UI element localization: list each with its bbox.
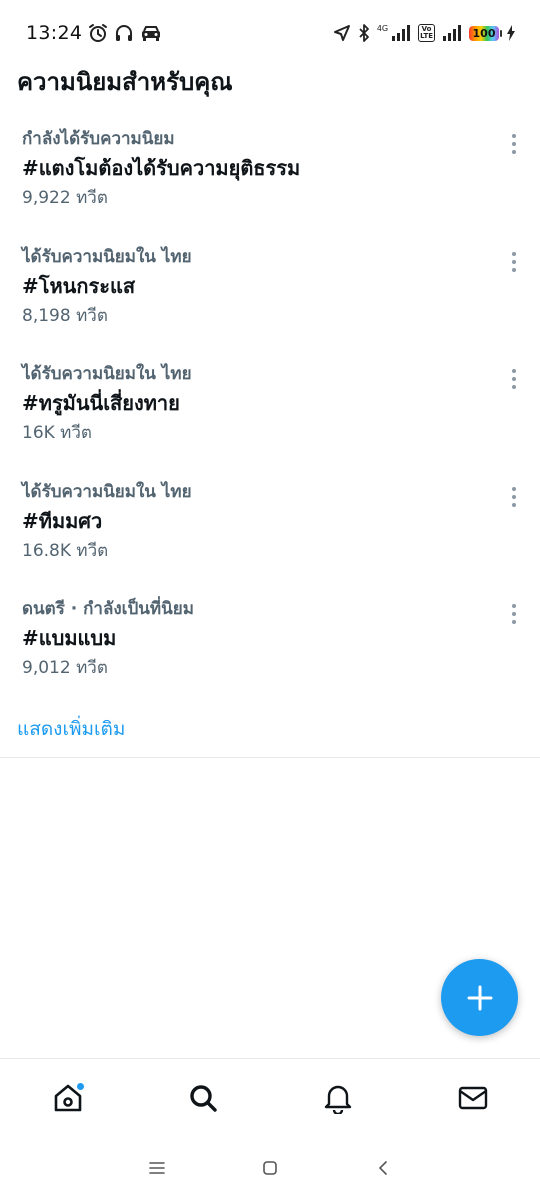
- trend-tweet-count: 16.8K ทวีต: [22, 540, 109, 561]
- system-back-button[interactable]: [363, 1148, 403, 1188]
- bottom-nav: [0, 1058, 540, 1136]
- trend-item[interactable]: ได้รับความนิยมใน ไทย #ทีมมศว 16.8K ทวีต: [0, 471, 540, 589]
- trend-hashtag: #ทรูมันนี่เสี่ยงทาย: [22, 391, 180, 415]
- signal-icon: [391, 25, 411, 41]
- mail-icon: [458, 1086, 487, 1109]
- status-bar-left: 13:24: [26, 22, 162, 44]
- trend-context: ได้รับความนิยมใน ไทย: [22, 481, 192, 502]
- menu-icon: [148, 1162, 165, 1174]
- more-vertical-icon[interactable]: [510, 134, 518, 154]
- trend-tweet-count: 9,012 ทวีต: [22, 658, 108, 678]
- home-square-icon: [263, 1161, 277, 1175]
- show-more-link[interactable]: แสดงเพิ่มเติม: [17, 714, 125, 744]
- more-vertical-icon[interactable]: [510, 604, 518, 624]
- volte-line2: LTE: [420, 32, 433, 40]
- headphones-icon: [114, 23, 134, 43]
- plus-icon: [467, 985, 492, 1010]
- app-screen: 13:24 4G Vo LTE 100 ความนิยมสำหรับคุณ กำ…: [0, 0, 540, 1200]
- divider: [0, 757, 540, 758]
- charging-icon: [506, 25, 516, 41]
- trend-hashtag: #ทีมมศว: [22, 508, 103, 533]
- trend-hashtag: #แบมแบม: [22, 626, 117, 650]
- nav-notifications[interactable]: [308, 1068, 368, 1128]
- trend-tweet-count: 9,922 ทวีต: [22, 188, 108, 208]
- car-icon: [140, 24, 162, 42]
- more-vertical-icon[interactable]: [510, 486, 518, 507]
- trend-item[interactable]: กำลังได้รับความนิยม #แตงโมต้องได้รับความ…: [0, 118, 540, 236]
- status-bar-right: 4G Vo LTE 100: [333, 23, 516, 43]
- network-type: 4G: [376, 24, 389, 33]
- alarm-icon: [88, 23, 108, 43]
- trend-context: ดนตรี · กำลังเป็นที่นิยม: [22, 599, 194, 619]
- compose-tweet-button[interactable]: [441, 959, 518, 1036]
- notification-dot: [75, 1081, 85, 1091]
- trend-context: ได้รับความนิยมใน ไทย: [22, 364, 192, 384]
- trend-hashtag: #แตงโมต้องได้รับความยุติธรรม: [22, 156, 301, 180]
- trend-item[interactable]: ได้รับความนิยมใน ไทย #โหนกระแส 8,198 ทวี…: [0, 236, 540, 354]
- battery-indicator: 100: [469, 25, 502, 41]
- bluetooth-icon: [358, 23, 370, 43]
- more-vertical-icon[interactable]: [510, 369, 518, 389]
- trend-hashtag: #โหนกระแส: [22, 273, 136, 298]
- volte-badge: Vo LTE: [418, 24, 435, 42]
- search-icon: [189, 1084, 217, 1112]
- trend-item[interactable]: ดนตรี · กำลังเป็นที่นิยม #แบมแบม 9,012 ท…: [0, 588, 540, 706]
- bell-icon: [324, 1085, 351, 1114]
- system-home-button[interactable]: [250, 1148, 290, 1188]
- more-vertical-icon[interactable]: [510, 251, 518, 272]
- nav-home[interactable]: [38, 1068, 98, 1128]
- location-arrow-icon: [333, 24, 351, 42]
- nav-messages[interactable]: [443, 1068, 503, 1128]
- system-nav: [0, 1136, 540, 1200]
- back-icon: [379, 1161, 388, 1175]
- trend-context: ได้รับความนิยมใน ไทย: [22, 246, 192, 267]
- nav-search[interactable]: [173, 1068, 233, 1128]
- trend-tweet-count: 16K ทวีต: [22, 423, 92, 443]
- status-time: 13:24: [26, 22, 83, 44]
- status-bar: 13:24 4G Vo LTE 100: [0, 0, 540, 66]
- page-title: ความนิยมสำหรับคุณ: [17, 68, 233, 96]
- signal-icon-2: [442, 25, 462, 41]
- trend-list: กำลังได้รับความนิยม #แตงโมต้องได้รับความ…: [0, 118, 540, 706]
- battery-level: 100: [472, 26, 496, 40]
- trend-tweet-count: 8,198 ทวีต: [22, 305, 108, 326]
- system-menu-button[interactable]: [137, 1148, 177, 1188]
- trend-context: กำลังได้รับความนิยม: [22, 129, 175, 149]
- trend-item[interactable]: ได้รับความนิยมใน ไทย #ทรูมันนี่เสี่ยงทาย…: [0, 353, 540, 471]
